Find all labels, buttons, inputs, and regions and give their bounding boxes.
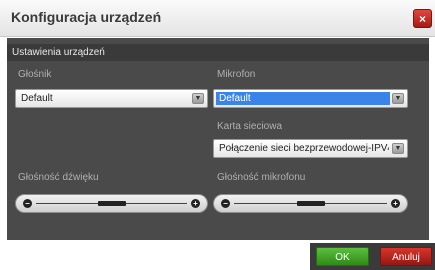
network-card-select[interactable]: Połączenie sieci bezprzewodowej-IPV4-10 … (213, 139, 408, 158)
network-card-label: Karta sieciowa (217, 121, 283, 132)
minus-icon[interactable]: − (221, 199, 230, 208)
network-card-value: Połączenie sieci bezprzewodowej-IPV4-10 (219, 143, 389, 154)
chevron-down-icon: ▼ (392, 93, 404, 104)
sound-volume-label: Głośność dźwięku (18, 172, 99, 183)
microphone-label: Mikrofon (217, 69, 256, 80)
speaker-value: Default (21, 93, 53, 104)
close-icon: × (418, 12, 426, 26)
plus-icon[interactable]: + (191, 199, 200, 208)
speaker-label: Głośnik (18, 69, 52, 80)
mic-volume-label: Głośność mikrofonu (217, 172, 306, 183)
section-header: Ustawienia urządzeń (7, 44, 429, 61)
microphone-value: Default (216, 92, 390, 105)
device-config-dialog: Konfiguracja urządzeń × Ustawienia urząd… (0, 0, 435, 270)
minus-icon[interactable]: − (23, 199, 32, 208)
title-bar: Konfiguracja urządzeń × (0, 0, 435, 37)
plus-icon[interactable]: + (391, 199, 400, 208)
chevron-down-icon: ▼ (392, 143, 404, 154)
cancel-button[interactable]: Anuluj (380, 247, 432, 266)
microphone-select[interactable]: Default ▼ (213, 89, 408, 108)
dialog-title: Konfiguracja urządzeń (11, 9, 162, 25)
chevron-down-icon: ▼ (192, 93, 204, 104)
sound-volume-handle[interactable] (97, 201, 126, 206)
mic-volume-slider[interactable]: − + (213, 194, 408, 213)
close-button[interactable]: × (413, 9, 432, 28)
mic-volume-handle[interactable] (296, 201, 325, 206)
sound-volume-slider[interactable]: − + (15, 194, 208, 213)
ok-button[interactable]: OK (316, 247, 369, 266)
speaker-select[interactable]: Default ▼ (15, 89, 208, 108)
